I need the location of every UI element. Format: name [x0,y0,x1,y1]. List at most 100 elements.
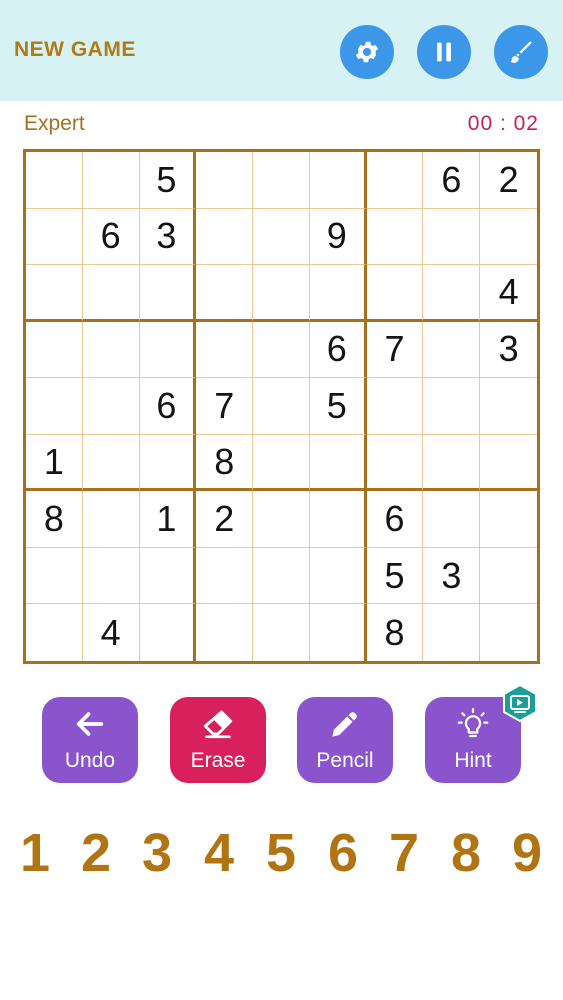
board-cell[interactable] [310,604,367,661]
board-cell[interactable]: 9 [309,208,367,266]
number-key-7[interactable]: 7 [379,822,429,884]
board-cell[interactable] [480,548,537,605]
board-cell[interactable] [253,604,310,661]
board-cell[interactable]: 7 [366,321,424,379]
board-cell[interactable] [480,435,537,492]
board-cell[interactable]: 4 [480,265,537,322]
board-cell[interactable]: 1 [139,491,197,548]
board-cell[interactable] [196,547,254,605]
board-cell[interactable] [82,547,140,605]
board-cell[interactable] [82,434,140,492]
board-cell[interactable] [253,321,310,379]
board-cell[interactable] [82,321,140,379]
board-cell[interactable] [480,604,537,661]
board-cell[interactable] [253,547,310,605]
board-cell[interactable] [82,265,140,322]
board-cell[interactable] [480,209,537,266]
board-cell[interactable] [309,152,367,209]
number-key-1[interactable]: 1 [10,822,60,884]
board-cell[interactable]: 5 [309,378,367,435]
board-cell[interactable]: 2 [480,152,537,209]
erase-button[interactable]: Erase [170,697,266,783]
board-cell[interactable] [366,434,424,492]
board-cell[interactable] [26,321,83,379]
board-cell[interactable]: 6 [139,378,197,435]
board-cell[interactable] [139,265,197,322]
board-cell[interactable] [309,491,367,548]
board-cell[interactable]: 8 [196,434,254,492]
top-bar: NEW GAME [0,0,563,101]
board-cell[interactable]: 2 [196,491,254,548]
board-cell[interactable] [253,491,310,548]
board-cell[interactable] [366,265,424,322]
number-key-9[interactable]: 9 [502,822,552,884]
settings-button[interactable] [340,25,394,79]
number-key-3[interactable]: 3 [132,822,182,884]
number-key-2[interactable]: 2 [71,822,121,884]
board-cell[interactable] [196,152,254,209]
board-cell[interactable] [366,152,424,209]
board-cell[interactable]: 1 [26,434,83,492]
board-cell[interactable] [253,152,310,209]
board-cell[interactable] [26,208,83,266]
pencil-icon [332,712,357,737]
board-cell[interactable] [253,208,310,266]
board-cell[interactable] [480,378,537,435]
board-cell[interactable] [253,378,310,435]
number-key-6[interactable]: 6 [318,822,368,884]
board-cell[interactable] [196,604,254,661]
board-cell[interactable] [309,434,367,492]
board-cell[interactable] [423,321,481,379]
board-cell[interactable]: 6 [82,208,140,266]
board-cell[interactable] [253,265,310,322]
pencil-button[interactable]: Pencil [297,697,393,783]
new-game-button[interactable]: NEW GAME [14,38,136,62]
board-cell[interactable]: 6 [423,152,481,209]
board-cell[interactable]: 3 [480,322,537,379]
board-cell[interactable] [139,434,197,492]
board-cell[interactable]: 6 [309,321,367,379]
board-cell[interactable] [26,378,83,435]
pencil-label: Pencil [316,749,374,772]
board-cell[interactable]: 7 [196,378,254,435]
board-cell[interactable] [82,152,140,209]
board-cell[interactable]: 8 [367,604,424,661]
board-cell[interactable] [366,208,424,266]
board-cell[interactable] [82,491,140,548]
pause-button[interactable] [417,25,471,79]
board-cell[interactable] [26,152,83,209]
undo-button[interactable]: Undo [42,697,138,783]
board-cell[interactable] [423,378,481,435]
number-key-4[interactable]: 4 [194,822,244,884]
board-cell[interactable]: 5 [366,547,424,605]
board-cell[interactable]: 3 [139,208,197,266]
board-cell[interactable] [139,547,197,605]
number-key-8[interactable]: 8 [441,822,491,884]
board-cell[interactable] [423,265,481,322]
board-cell[interactable] [139,321,197,379]
board-cell[interactable]: 3 [423,547,481,605]
board-cell[interactable] [196,265,254,322]
board-cell[interactable] [309,547,367,605]
board-cell[interactable] [423,491,481,548]
board-cell[interactable] [140,604,197,661]
board-cell[interactable]: 8 [26,491,83,548]
board-cell[interactable] [309,265,367,322]
board-cell[interactable] [196,208,254,266]
board-cell[interactable] [423,434,481,492]
board-cell[interactable]: 4 [83,604,140,661]
board-cell[interactable] [26,265,83,322]
board-cell[interactable] [196,321,254,379]
board-cell[interactable] [26,547,83,605]
number-key-5[interactable]: 5 [256,822,306,884]
board-cell[interactable] [366,378,424,435]
board-cell[interactable] [253,434,310,492]
board-cell[interactable] [423,208,481,266]
board-cell[interactable] [480,491,537,548]
board-cell[interactable] [26,604,83,661]
board-cell[interactable] [423,604,481,661]
theme-button[interactable] [494,25,548,79]
board-cell[interactable]: 6 [366,491,424,548]
board-cell[interactable]: 5 [139,152,197,209]
board-cell[interactable] [82,378,140,435]
